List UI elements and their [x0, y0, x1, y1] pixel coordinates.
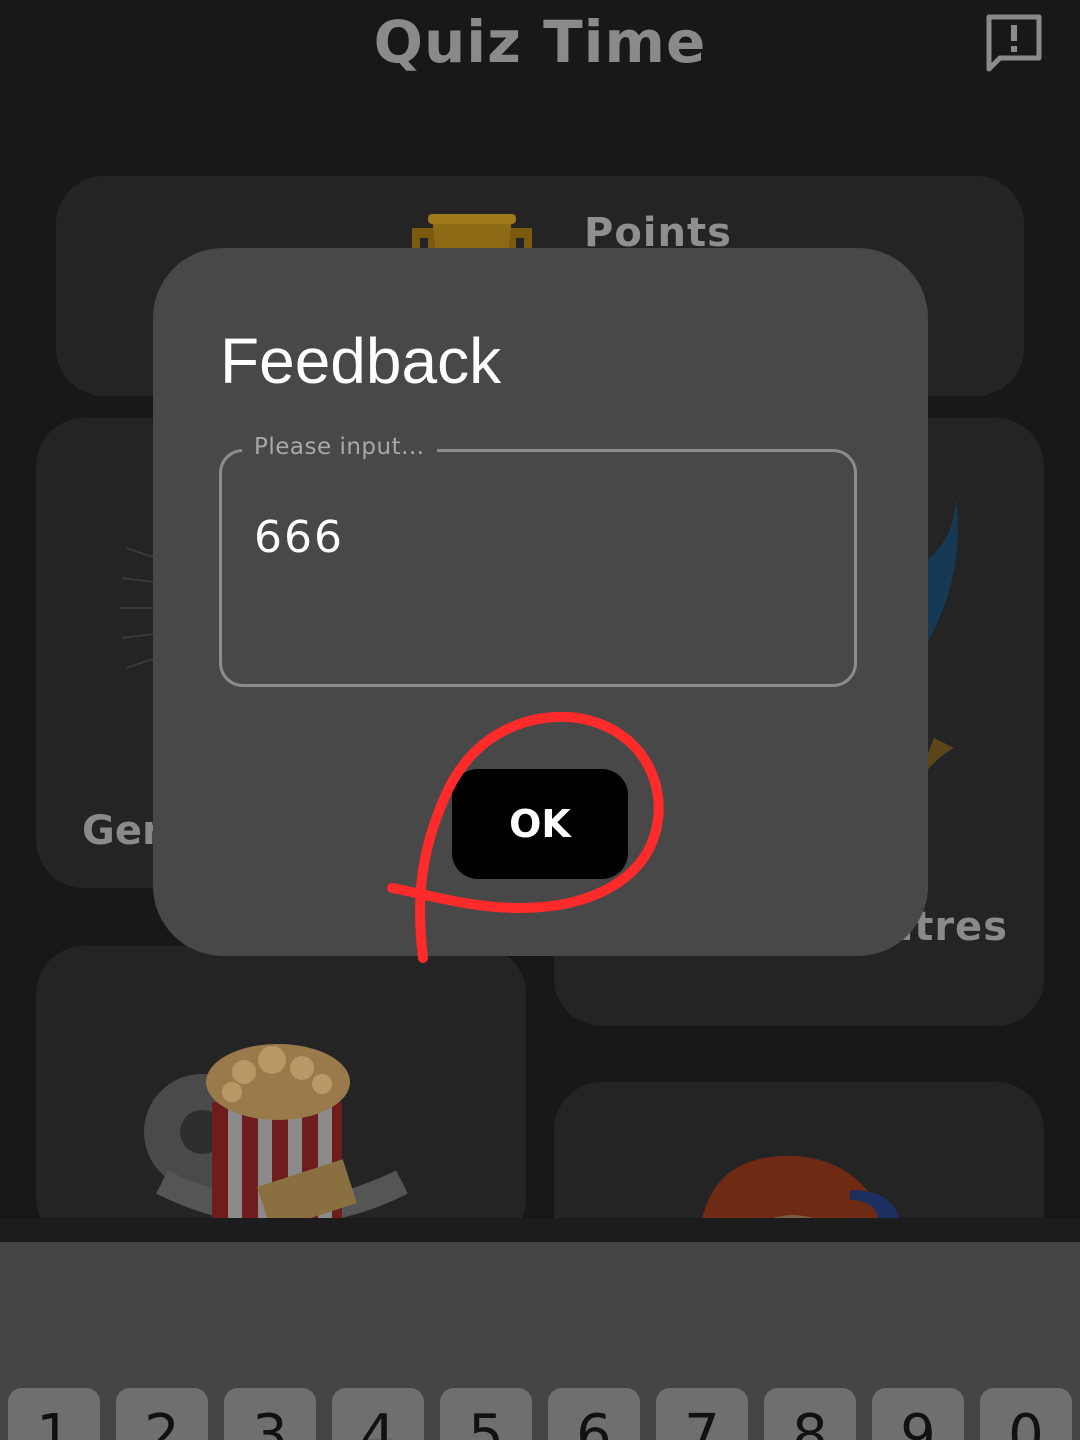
key-2[interactable]: 2 [116, 1388, 208, 1440]
key-9[interactable]: 9 [872, 1388, 964, 1440]
key-1[interactable]: 1 [8, 1388, 100, 1440]
input-placeholder-label: Please input... [242, 434, 437, 460]
report-feedback-icon[interactable] [984, 12, 1044, 72]
key-4[interactable]: 4 [332, 1388, 424, 1440]
key-6[interactable]: 6 [548, 1388, 640, 1440]
numeric-keyboard: 1 2 3 4 5 6 7 8 9 0 [0, 1242, 1080, 1440]
input-value[interactable]: 666 [254, 512, 344, 563]
feedback-dialog: Feedback Please input... 666 OK [153, 248, 928, 956]
ok-button[interactable]: OK [452, 769, 628, 879]
key-7[interactable]: 7 [656, 1388, 748, 1440]
key-3[interactable]: 3 [224, 1388, 316, 1440]
keyboard-divider [0, 1218, 1080, 1242]
key-5[interactable]: 5 [440, 1388, 532, 1440]
movies-category-card[interactable] [36, 946, 526, 1246]
general-category-label: Ger [82, 808, 162, 854]
app-title: Quiz Time [373, 8, 707, 76]
feedback-input[interactable]: Please input... 666 [219, 434, 857, 687]
dialog-title: Feedback [220, 325, 502, 397]
quiz-time-screen: Quiz Time Points Ger atres Feedback Plea… [0, 0, 1080, 1440]
key-8[interactable]: 8 [764, 1388, 856, 1440]
popcorn-film-icon [144, 1044, 408, 1232]
key-0[interactable]: 0 [980, 1388, 1072, 1440]
